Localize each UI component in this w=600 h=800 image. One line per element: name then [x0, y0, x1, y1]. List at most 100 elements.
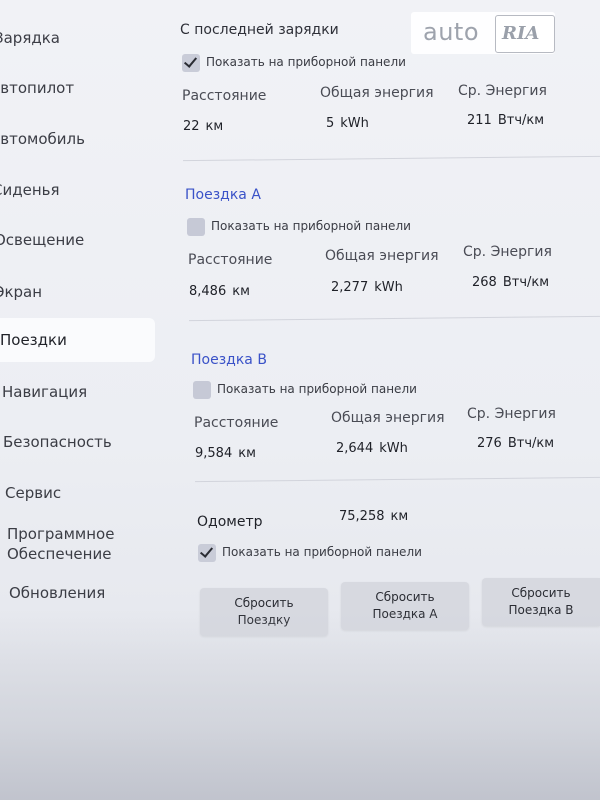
- sidebar-item-service[interactable]: Сервис: [0, 471, 155, 515]
- settings-sidebar: Зарядка Автопилот Автомобиль Сиденья Осв…: [0, 0, 155, 640]
- odometer-label: Одометр: [197, 514, 263, 530]
- value-unit: км: [390, 509, 409, 524]
- sidebar-item-label: Автомобиль: [0, 130, 85, 148]
- divider: [183, 155, 600, 162]
- value-number: 268: [472, 275, 497, 290]
- since-charge-title: С последней зарядки: [180, 22, 339, 38]
- since-charge-energy-label: Общая энергия: [320, 85, 434, 101]
- button-label-line1: Сбросить: [511, 586, 571, 600]
- value-number: 5: [326, 116, 335, 131]
- value-number: 211: [467, 113, 492, 128]
- value-number: 22: [183, 119, 200, 134]
- sidebar-item-updates[interactable]: Обновления: [0, 571, 155, 615]
- button-label-line2: Поездка A: [372, 607, 438, 621]
- value-number: 276: [477, 436, 502, 451]
- value-unit: км: [205, 119, 224, 134]
- value-number: 9,584: [195, 446, 233, 461]
- sidebar-item-vehicle[interactable]: Автомобиль: [0, 117, 155, 161]
- checkbox[interactable]: [182, 54, 200, 72]
- sidebar-item-label: Программное: [7, 525, 115, 543]
- value-unit: км: [238, 446, 256, 461]
- sidebar-item-label: Обновления: [9, 584, 106, 602]
- sidebar-item-label: Сиденья: [0, 181, 60, 199]
- value-unit: Втч/км: [497, 113, 545, 128]
- value-unit: kWh: [379, 441, 408, 456]
- since-charge-distance-label: Расстояние: [182, 88, 267, 104]
- sidebar-item-lighting[interactable]: Освещение: [0, 218, 155, 262]
- sidebar-item-label: Экран: [0, 283, 43, 301]
- checkmark-icon: [199, 544, 214, 558]
- trip-a-avg-value: 268 Втч/км: [472, 275, 549, 290]
- since-charge-energy-value: 5 kWh: [326, 116, 369, 131]
- reset-trip-a-button[interactable]: Сбросить Поездка A: [341, 582, 469, 630]
- sidebar-item-charging[interactable]: Зарядка: [0, 16, 155, 60]
- button-label-line2: Поездку: [237, 613, 291, 627]
- since-charge-avg-label: Ср. Энергия: [458, 83, 547, 99]
- checkbox[interactable]: [187, 218, 205, 236]
- reset-trip-button[interactable]: Сбросить Поездку: [200, 588, 328, 636]
- checkbox[interactable]: [193, 381, 211, 399]
- sidebar-item-navigation[interactable]: Навигация: [0, 370, 155, 414]
- trip-b-avg-label: Ср. Энергия: [467, 406, 556, 422]
- sidebar-item-label: Зарядка: [0, 29, 60, 47]
- value-number: 75,258: [339, 509, 385, 524]
- checkbox-label: Показать на приборной панели: [222, 545, 422, 559]
- sidebar-item-label: Сервис: [5, 484, 62, 502]
- trip-b-energy-label: Общая энергия: [331, 410, 445, 426]
- sidebar-item-trips[interactable]: Поездки: [0, 318, 155, 362]
- sidebar-item-label: Освещение: [0, 231, 85, 249]
- sidebar-item-label: Автопилот: [0, 79, 75, 97]
- watermark-text-auto: auto: [423, 18, 480, 46]
- trip-a-dashboard-toggle[interactable]: Показать на приборной панели: [187, 218, 427, 240]
- trip-a-energy-label: Общая энергия: [325, 248, 439, 264]
- sidebar-item-seats[interactable]: Сиденья: [0, 168, 155, 212]
- trip-a-distance-label: Расстояние: [188, 252, 273, 268]
- settings-screen: Зарядка Автопилот Автомобиль Сиденья Осв…: [0, 0, 600, 800]
- value-number: 2,644: [336, 441, 374, 456]
- trip-a-title: Поездка A: [185, 187, 261, 203]
- button-label-line2: Поездка B: [508, 603, 574, 617]
- value-unit: Втч/км: [502, 275, 550, 290]
- value-number: 8,486: [189, 284, 227, 299]
- trip-a-avg-label: Ср. Энергия: [463, 244, 552, 260]
- divider: [189, 315, 600, 322]
- autoria-watermark: auto RIA: [411, 12, 555, 54]
- odometer-dashboard-toggle[interactable]: Показать на приборной панели: [198, 544, 438, 566]
- value-unit: kWh: [374, 280, 403, 295]
- since-charge-avg-value: 211 Втч/км: [467, 113, 544, 128]
- checkbox-label: Показать на приборной панели: [211, 219, 411, 233]
- trip-a-distance-value: 8,486 км: [189, 284, 250, 299]
- since-charge-distance-value: 22 км: [183, 119, 223, 134]
- value-unit: км: [232, 284, 250, 299]
- sidebar-item-label: Поездки: [0, 331, 67, 349]
- sidebar-item-safety[interactable]: Безопасность: [0, 420, 155, 464]
- sidebar-item-autopilot[interactable]: Автопилот: [0, 66, 155, 110]
- watermark-logo-box: RIA: [495, 15, 555, 53]
- sidebar-item-label: Безопасность: [3, 433, 112, 451]
- sidebar-item-label-line2: Обеспечение: [7, 545, 112, 563]
- value-unit: kWh: [340, 116, 369, 131]
- trip-b-distance-value: 9,584 км: [195, 446, 256, 461]
- trip-b-title: Поездка B: [191, 352, 267, 368]
- checkmark-icon: [183, 54, 198, 68]
- trip-b-energy-value: 2,644 kWh: [336, 441, 408, 456]
- trip-b-dashboard-toggle[interactable]: Показать на приборной панели: [193, 381, 433, 403]
- checkbox[interactable]: [198, 544, 216, 562]
- sidebar-item-display[interactable]: Экран: [0, 270, 155, 314]
- checkbox-label: Показать на приборной панели: [206, 55, 406, 69]
- sidebar-item-label: Навигация: [2, 383, 88, 401]
- odometer-value: 75,258 км: [339, 509, 408, 524]
- checkbox-label: Показать на приборной панели: [217, 382, 417, 396]
- reset-trip-b-button[interactable]: Сбросить Поездка B: [482, 578, 600, 626]
- watermark-text-ria: RIA: [502, 23, 540, 44]
- divider: [195, 476, 600, 483]
- button-label-line1: Сбросить: [375, 590, 435, 604]
- trip-b-avg-value: 276 Втч/км: [477, 436, 554, 451]
- value-number: 2,277: [331, 280, 369, 295]
- button-label-line1: Сбросить: [234, 596, 294, 610]
- value-unit: Втч/км: [507, 436, 555, 451]
- trip-b-distance-label: Расстояние: [194, 415, 279, 431]
- since-charge-dashboard-toggle[interactable]: Показать на приборной панели: [182, 54, 422, 76]
- trip-a-energy-value: 2,277 kWh: [331, 280, 403, 295]
- sidebar-item-software[interactable]: Программное Обеспечение: [0, 522, 155, 570]
